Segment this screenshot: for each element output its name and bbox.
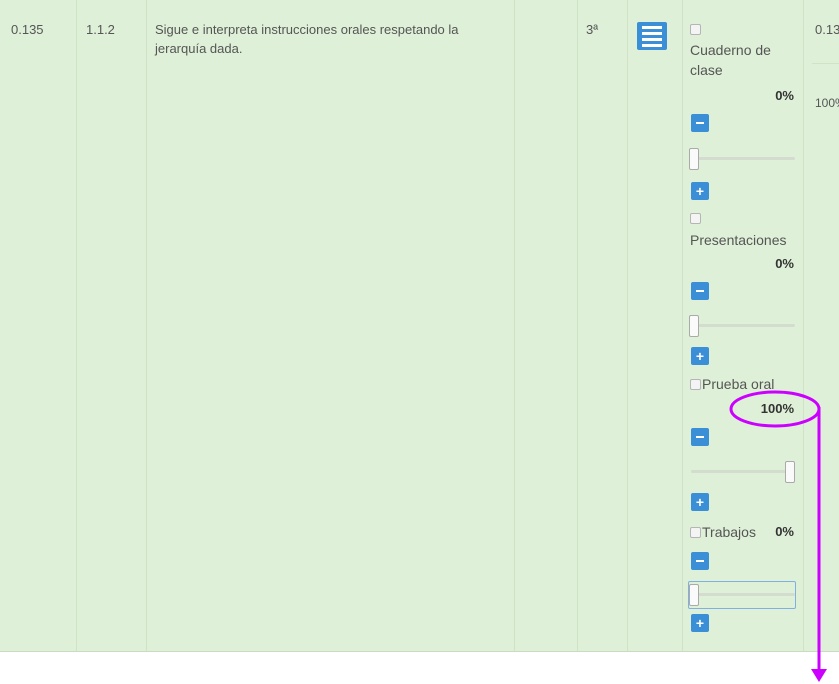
slider-track-cuaderno[interactable] bbox=[691, 157, 795, 160]
next-percent-cell: 100% bbox=[815, 96, 839, 110]
hamburger-menu-icon[interactable] bbox=[637, 22, 667, 50]
slider-handle-prueba-oral[interactable] bbox=[785, 461, 795, 483]
increase-button-cuaderno[interactable]: + bbox=[691, 182, 709, 200]
slider-track-prueba-oral[interactable] bbox=[691, 470, 795, 473]
annotation-arrow-head bbox=[811, 669, 827, 682]
slider-handle-presentaciones[interactable] bbox=[689, 315, 699, 337]
slider-track-trabajos[interactable] bbox=[691, 593, 795, 596]
increase-button-trabajos[interactable]: + bbox=[691, 614, 709, 632]
instrument-percent-trabajos: 0% bbox=[775, 524, 794, 539]
decrease-button-trabajos[interactable] bbox=[691, 552, 709, 570]
cell-divider bbox=[812, 63, 839, 64]
instrument-checkbox-cuaderno[interactable] bbox=[690, 24, 701, 35]
slider-track-presentaciones[interactable] bbox=[691, 324, 795, 327]
column-divider bbox=[627, 0, 628, 651]
column-divider bbox=[514, 0, 515, 651]
column-divider bbox=[682, 0, 683, 651]
instrument-percent-prueba-oral: 100% bbox=[760, 401, 794, 416]
column-divider bbox=[76, 0, 77, 651]
instrument-percent-cuaderno: 0% bbox=[775, 88, 794, 103]
instrument-checkbox-presentaciones[interactable] bbox=[690, 213, 701, 224]
weight-cell: 0.135 bbox=[11, 22, 44, 37]
instrument-label-presentaciones: Presentaciones bbox=[690, 232, 787, 248]
instrument-checkbox-trabajos[interactable] bbox=[690, 527, 701, 538]
evaluation-row: 0.135 1.1.2 Sigue e interpreta instrucci… bbox=[0, 0, 839, 652]
decrease-button-prueba-oral[interactable] bbox=[691, 428, 709, 446]
code-cell: 1.1.2 bbox=[86, 22, 115, 37]
instrument-percent-presentaciones: 0% bbox=[775, 256, 794, 271]
trimester-cell: 3ª bbox=[586, 22, 599, 37]
column-divider bbox=[146, 0, 147, 651]
next-weight-cell: 0.13 bbox=[815, 22, 839, 37]
instrument-checkbox-prueba-oral[interactable] bbox=[690, 379, 701, 390]
instrument-label-cuaderno: Cuaderno de clase bbox=[690, 42, 771, 78]
instrument-label-prueba-oral: Prueba oral bbox=[702, 376, 775, 392]
column-divider bbox=[803, 0, 804, 651]
increase-button-presentaciones[interactable]: + bbox=[691, 347, 709, 365]
decrease-button-presentaciones[interactable] bbox=[691, 282, 709, 300]
description-cell: Sigue e interpreta instrucciones orales … bbox=[155, 22, 459, 56]
slider-handle-trabajos[interactable] bbox=[689, 584, 699, 606]
column-divider bbox=[577, 0, 578, 651]
increase-button-prueba-oral[interactable]: + bbox=[691, 493, 709, 511]
slider-handle-cuaderno[interactable] bbox=[689, 148, 699, 170]
decrease-button-cuaderno[interactable] bbox=[691, 114, 709, 132]
